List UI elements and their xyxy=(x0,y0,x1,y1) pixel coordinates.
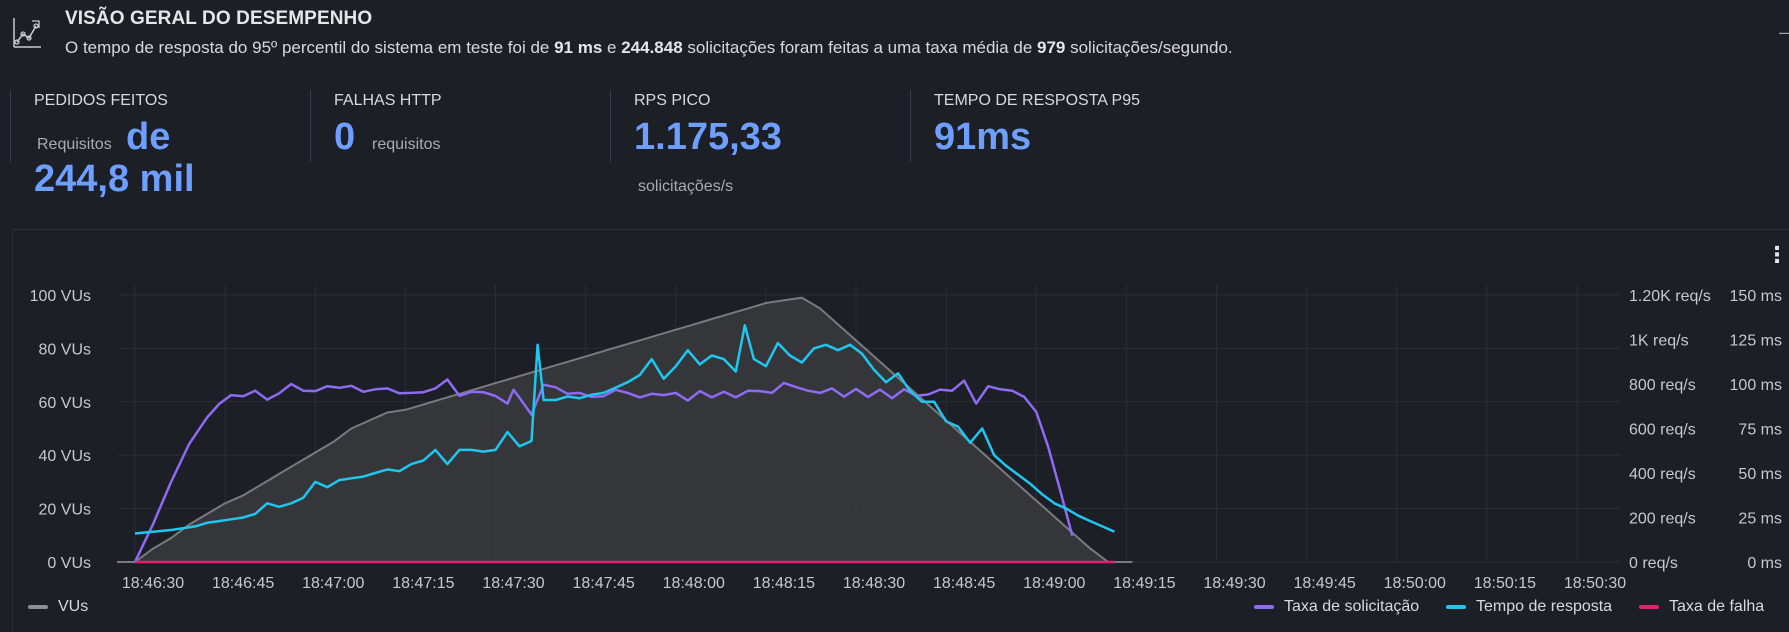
legend-swatch-response-time xyxy=(1446,604,1466,609)
stat-peak-rps: RPS PICO 1.175,33 solicitações/s xyxy=(610,86,900,204)
collapse-indicator: – xyxy=(1778,22,1789,42)
summary-avg-rate-value: 979 xyxy=(1037,38,1066,57)
summary-text: solicitações/segundo. xyxy=(1065,38,1233,57)
legend-item-response-time[interactable]: Tempo de resposta xyxy=(1446,598,1612,616)
stat-value: 244,8 mil xyxy=(34,158,195,200)
stat-label: FALHAS HTTP xyxy=(334,92,442,109)
summary-text: solicitações foram feitas a uma taxa méd… xyxy=(682,38,1037,57)
stat-divider xyxy=(910,90,911,162)
summary-text: e xyxy=(602,38,622,57)
stat-label: RPS PICO xyxy=(634,92,711,109)
legend-label: Taxa de falha xyxy=(1669,598,1765,615)
legend-swatch-vus xyxy=(28,604,48,609)
stat-p95-response-time: TEMPO DE RESPOSTA P95 91ms xyxy=(910,86,1210,204)
stat-unit: Requisitos xyxy=(37,136,112,153)
legend-item-request-rate[interactable]: Taxa de solicitação xyxy=(1254,598,1419,616)
stat-label: TEMPO DE RESPOSTA P95 xyxy=(934,92,1140,109)
legend-swatch-failure-rate xyxy=(1639,604,1659,609)
page-title: VISÃO GERAL DO DESEMPENHO xyxy=(65,8,373,29)
stat-label: PEDIDOS FEITOS xyxy=(34,92,168,109)
chart-trend-icon xyxy=(13,18,41,48)
stat-divider xyxy=(310,90,311,162)
stat-divider xyxy=(10,90,11,162)
stat-unit: solicitações/s xyxy=(638,178,734,195)
legend-item-failure-rate[interactable]: Taxa de falha xyxy=(1639,598,1764,616)
stat-value: 91ms xyxy=(934,116,1032,158)
kebab-menu-icon[interactable]: ⋮ xyxy=(1766,242,1788,268)
stat-value: 0 xyxy=(334,116,356,158)
stat-divider xyxy=(610,90,611,162)
performance-overview-header: VISÃO GERAL DO DESEMPENHO O tempo de res… xyxy=(0,0,1789,66)
performance-summary: O tempo de resposta do 95º percentil do … xyxy=(65,38,1233,58)
stat-value: 1.175,33 xyxy=(634,116,782,158)
legend-swatch-request-rate xyxy=(1254,604,1274,609)
stat-value-prefix: de xyxy=(126,116,171,158)
legend-label: Tempo de resposta xyxy=(1476,598,1613,615)
chart-panel xyxy=(12,229,1789,632)
stat-http-failures: FALHAS HTTP 0 requisitos xyxy=(310,86,600,204)
stat-requests-made: PEDIDOS FEITOS Requisitos de 244,8 mil xyxy=(10,86,300,204)
summary-p95-value: 91 ms xyxy=(554,38,603,57)
legend-label: VUs xyxy=(58,598,89,615)
summary-requests-value: 244.848 xyxy=(621,38,683,57)
legend-label: Taxa de solicitação xyxy=(1284,598,1420,615)
stat-unit: requisitos xyxy=(372,136,441,153)
legend-item-vus[interactable]: VUs xyxy=(28,598,88,616)
summary-text: O tempo de resposta do 95º percentil do … xyxy=(65,38,555,57)
